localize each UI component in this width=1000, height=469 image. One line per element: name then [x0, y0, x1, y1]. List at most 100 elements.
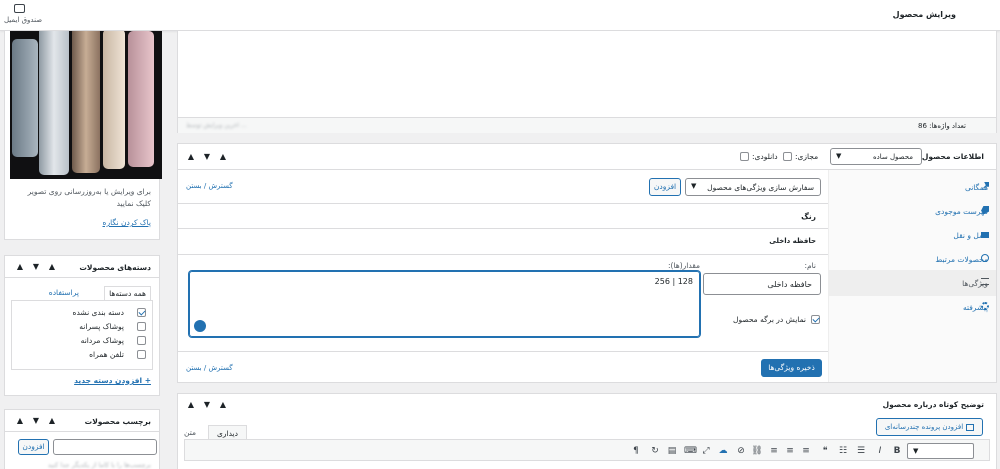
attribute-row-memory[interactable]: حافظه داخلی: [178, 229, 828, 255]
collapse-icon[interactable]: ▲: [15, 416, 25, 425]
remove-image-link[interactable]: پاک کردن نگاره: [103, 218, 151, 227]
attribute-values-textarea[interactable]: 128 | 256: [189, 271, 700, 337]
save-attributes-button[interactable]: ذخیره ویژگی‌ها: [761, 359, 822, 377]
add-media-button[interactable]: افزودن پرونده چندرسانه‌ای: [876, 418, 983, 436]
move-down-icon[interactable]: ▼: [31, 416, 41, 425]
attribute-values-value: 128 | 256: [654, 277, 693, 286]
collapse-icon[interactable]: ▲: [186, 400, 196, 409]
tab-label: محصولات مرتبط: [935, 254, 988, 264]
unlink-icon[interactable]: ⊘: [735, 446, 747, 456]
virtual-checkbox[interactable]: [783, 152, 792, 161]
categories-controls: ▲ ▼ ▲: [15, 262, 57, 271]
tab-shipping[interactable]: حمل و نقل: [828, 222, 996, 248]
tab-all-categories[interactable]: همه دسته‌ها: [104, 286, 151, 300]
inbox-label[interactable]: صندوق ایمیل: [4, 16, 42, 24]
product-image[interactable]: [10, 31, 162, 179]
tab-inventory[interactable]: فهرست موجودی: [828, 198, 996, 224]
tags-header: برچسب محصولات ▲ ▼ ▲: [5, 410, 159, 432]
product-type-select[interactable]: محصول ساده ▼: [830, 148, 922, 165]
status-blur: آخرین ویرایش توسط ...: [186, 122, 247, 129]
visible-on-page-checkbox[interactable]: [811, 315, 820, 324]
category-checkbox[interactable]: [137, 322, 146, 331]
chevron-down-icon: ▼: [691, 182, 697, 190]
image-caption: برای ویرایش یا به‌روزرسانی روی تصویر کلی…: [27, 187, 151, 208]
move-down-icon[interactable]: ▼: [202, 400, 212, 409]
editor-statusbar: تعداد واژه‌ها: 86 آخرین ویرایش توسط ...: [178, 117, 996, 133]
italic-icon[interactable]: I: [874, 446, 886, 456]
tab-text[interactable]: متن: [184, 428, 196, 437]
attribute-row-color[interactable]: رنگ: [178, 203, 828, 229]
editor-toolbar: [184, 439, 990, 461]
add-category-link[interactable]: + افزودن دسته جدید: [74, 376, 151, 385]
tab-general[interactable]: همگانی: [828, 174, 996, 200]
add-media-label: افزودن پرونده چندرسانه‌ای: [884, 423, 964, 431]
collapse-icon[interactable]: ▲: [186, 152, 196, 161]
attribute-name-input[interactable]: حافظه داخلی: [703, 273, 821, 295]
link-icon[interactable]: ⛓: [751, 446, 763, 456]
phone-shape: [103, 31, 125, 169]
move-up-icon[interactable]: ▲: [47, 416, 57, 425]
move-up-icon[interactable]: ▲: [218, 152, 228, 161]
numbered-list-icon[interactable]: ☷: [837, 446, 849, 456]
fullscreen-icon[interactable]: ⤢: [700, 446, 712, 456]
phone-shape: [12, 39, 38, 157]
redo-icon[interactable]: ↻: [649, 446, 661, 456]
downloadable-checkbox[interactable]: [740, 152, 749, 161]
link-icon: [981, 254, 989, 262]
short-desc-title: توضیح کوتاه درباره محصول: [882, 400, 984, 409]
move-down-icon[interactable]: ▼: [202, 152, 212, 161]
chevron-down-icon: ▼: [836, 152, 842, 160]
tab-popular-categories[interactable]: پراستفاده: [49, 288, 79, 297]
expand-close-link[interactable]: گسترش / بستن: [186, 364, 233, 372]
downloadable-label: دانلودی:: [752, 152, 778, 161]
blockquote-icon[interactable]: ❝: [819, 446, 831, 456]
category-label: پوشاک پسرانه: [79, 322, 124, 331]
list-icon: [981, 278, 989, 285]
check-circle-icon: [194, 320, 206, 332]
paragraph-icon[interactable]: ¶: [630, 446, 642, 456]
content-editor: تعداد واژه‌ها: 86 آخرین ویرایش توسط ...: [177, 30, 997, 133]
align-left-icon[interactable]: ≡: [768, 446, 780, 456]
add-attribute-button[interactable]: افزودن: [649, 178, 681, 196]
move-down-icon[interactable]: ▼: [31, 262, 41, 271]
category-label: تلفن همراه: [89, 350, 124, 359]
collapse-icon[interactable]: ▲: [15, 262, 25, 271]
tab-advanced[interactable]: پیشرفته: [828, 294, 996, 320]
keyboard-icon[interactable]: ⌨: [684, 446, 697, 456]
tab-attributes[interactable]: ویژگی‌ها: [828, 270, 996, 296]
tag-input[interactable]: [53, 439, 157, 455]
tab-linked-products[interactable]: محصولات مرتبط: [828, 246, 996, 272]
format-select[interactable]: ▼: [907, 443, 974, 459]
media-icon: [966, 423, 975, 431]
expand-close-link[interactable]: گسترش / بستن: [186, 182, 233, 190]
move-up-icon[interactable]: ▲: [47, 262, 57, 271]
inbox-icon[interactable]: [14, 4, 25, 13]
product-data-controls: ▲ ▼ ▲: [186, 152, 228, 161]
phone-shape: [128, 31, 154, 167]
short-description-box: توضیح کوتاه درباره محصول ▲ ▼ ▲ افزودن پر…: [177, 393, 997, 469]
attributes-panel: سفارش سازی ویژگی‌های محصول ▼ افزودن گستر…: [178, 170, 828, 382]
add-tag-button[interactable]: افزودن: [18, 439, 49, 455]
read-more-icon[interactable]: ▤: [666, 446, 678, 456]
move-up-icon[interactable]: ▲: [218, 400, 228, 409]
product-data-tabs: همگانی فهرست موجودی حمل و نقل محصولات مر…: [828, 170, 996, 382]
category-checkbox[interactable]: [137, 336, 146, 345]
categories-header: دسته‌های محصولات ▲ ▼ ▲: [5, 256, 159, 278]
categories-box: دسته‌های محصولات ▲ ▼ ▲ همه دسته‌ها پراست…: [4, 255, 160, 396]
category-label: پوشاک مردانه: [80, 336, 124, 345]
editor-area[interactable]: [178, 31, 996, 117]
attribute-name-value: حافظه داخلی: [767, 280, 812, 289]
cloud-icon[interactable]: ☁: [717, 446, 729, 456]
product-data-header: اطلاعات محصول — محصول ساده ▼ مجازی: دانل…: [178, 144, 996, 170]
category-checkbox[interactable]: [137, 350, 146, 359]
tags-controls: ▲ ▼ ▲: [15, 416, 57, 425]
attribute-name: رنگ: [801, 212, 816, 221]
phone-shape: [39, 31, 69, 175]
align-center-icon[interactable]: ≡: [784, 446, 796, 456]
attribute-select[interactable]: سفارش سازی ویژگی‌های محصول ▼: [685, 178, 821, 196]
category-checkbox[interactable]: [137, 308, 146, 317]
bold-icon[interactable]: B: [891, 446, 903, 456]
name-label: نام:: [804, 261, 816, 270]
align-right-icon[interactable]: ≡: [800, 446, 812, 456]
bullet-list-icon[interactable]: ☰: [855, 446, 867, 456]
